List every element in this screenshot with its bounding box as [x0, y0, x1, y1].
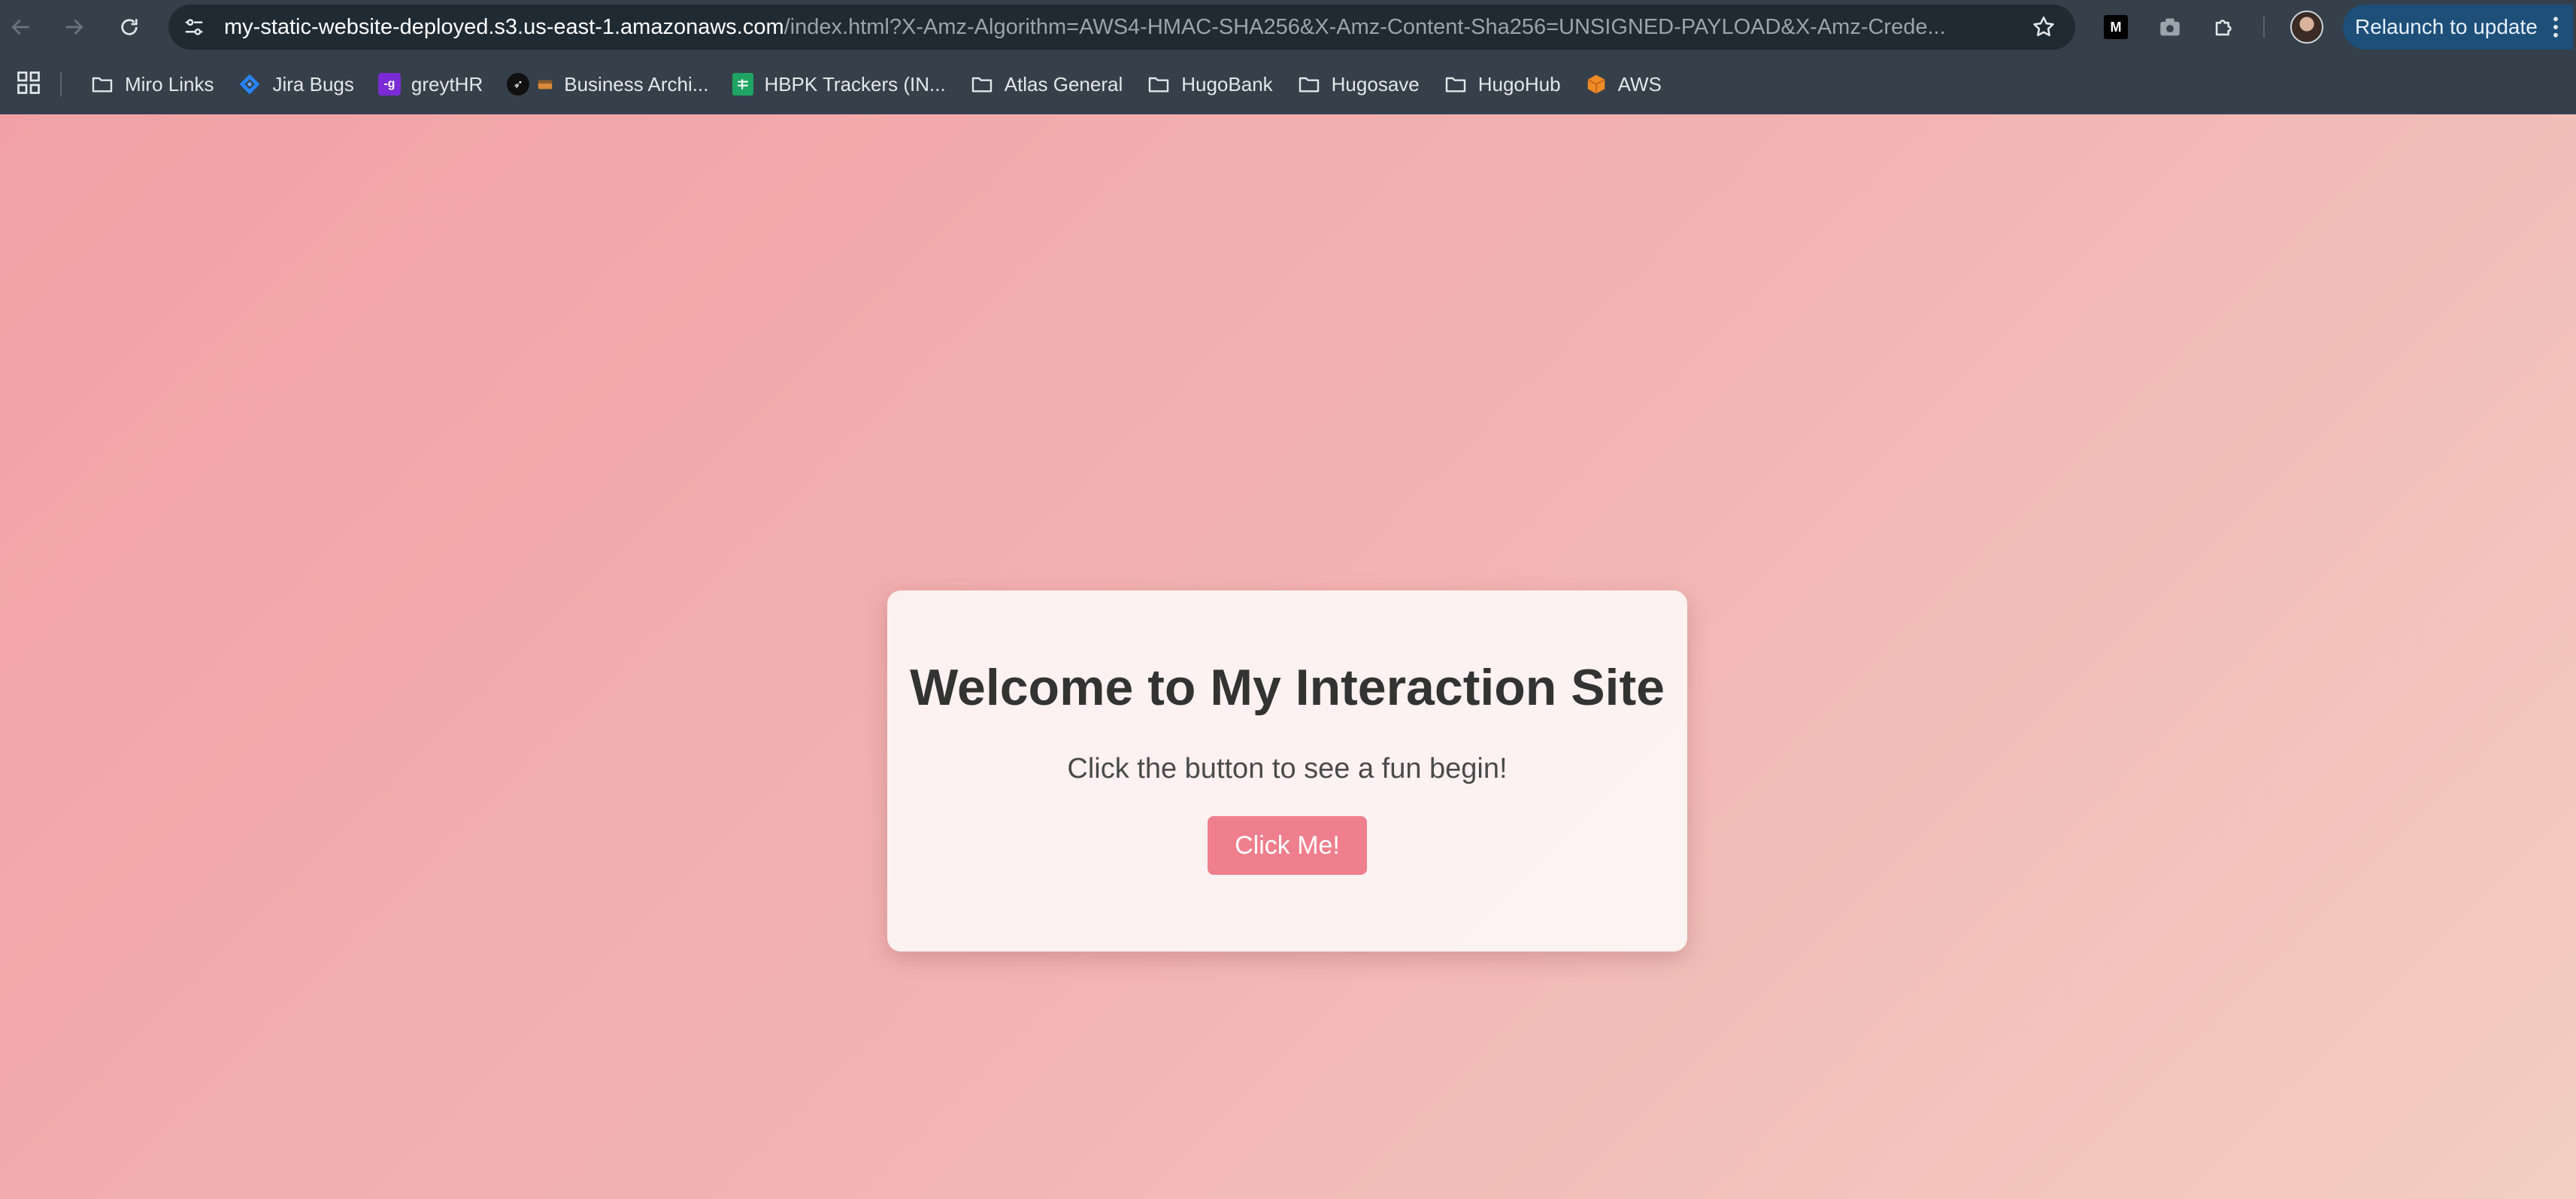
folder-icon: [1147, 72, 1171, 96]
site-info-button[interactable]: [177, 11, 211, 44]
screenshot-extension-button[interactable]: [2155, 12, 2185, 42]
back-button[interactable]: [5, 11, 38, 44]
bookmarks-separator: [60, 72, 62, 96]
page-subtitle: Click the button to see a fun begin!: [1067, 753, 1508, 785]
relaunch-label: Relaunch to update: [2355, 15, 2538, 38]
puzzle-icon: [2215, 20, 2232, 36]
star-icon: [2033, 16, 2054, 37]
bookmark-hugohub[interactable]: HugoHub: [1436, 63, 1568, 105]
greythr-icon: -g: [377, 73, 401, 96]
relaunch-to-update-button[interactable]: Relaunch to update: [2343, 5, 2573, 50]
bookmark-label: HugoHub: [1477, 72, 1561, 96]
profile-avatar[interactable]: [2290, 11, 2323, 44]
extension-m-button[interactable]: M: [2104, 15, 2128, 39]
welcome-card: Welcome to My Interaction Site Click the…: [887, 590, 1687, 952]
extension-m-label: M: [2110, 19, 2122, 35]
arrow-left-icon: [11, 19, 29, 35]
bookmark-aws[interactable]: AWS: [1577, 63, 1669, 105]
toolbar-separator: [2263, 17, 2265, 38]
bookmark-list: Miro Links Jira Bugs -g greytHR ➶ Busine…: [83, 54, 1678, 114]
bookmark-label: Hugosave: [1331, 72, 1420, 96]
url-text[interactable]: my-static-website-deployed.s3.us-east-1.…: [224, 5, 1999, 50]
kebab-menu-icon: [2553, 17, 2558, 38]
web-page-content: Welcome to My Interaction Site Click the…: [0, 114, 2576, 1199]
bookmark-label: Jira Bugs: [272, 72, 354, 96]
bookmark-label: AWS: [1617, 72, 1662, 96]
browser-window: my-static-website-deployed.s3.us-east-1.…: [0, 0, 2576, 1199]
bookmark-hugosave[interactable]: Hugosave: [1290, 63, 1427, 105]
bookmark-miro-links[interactable]: Miro Links: [83, 63, 221, 105]
browser-toolbar: my-static-website-deployed.s3.us-east-1.…: [0, 0, 2576, 54]
extensions-button[interactable]: [2209, 12, 2239, 42]
address-bar[interactable]: my-static-website-deployed.s3.us-east-1.…: [168, 5, 2075, 50]
folder-icon: [1297, 72, 1321, 96]
tune-icon: [185, 19, 203, 35]
bookmark-label: Miro Links: [125, 72, 214, 96]
bookmark-label: greytHR: [411, 72, 483, 96]
browser-menu-button[interactable]: [2544, 12, 2567, 42]
bookmark-hugobank[interactable]: HugoBank: [1139, 63, 1280, 105]
bookmark-hbpk-trackers[interactable]: HBPK Trackers (IN...: [725, 63, 953, 105]
url-path: /index.html?X-Amz-Algorithm=AWS4-HMAC-SH…: [783, 15, 1946, 39]
folder-icon: [970, 72, 994, 96]
bookmark-jira-bugs[interactable]: Jira Bugs: [230, 63, 361, 105]
arrow-right-icon: [65, 19, 83, 35]
reload-button[interactable]: [113, 11, 146, 44]
folder-emoji-icon: [537, 76, 553, 93]
url-host: my-static-website-deployed.s3.us-east-1.…: [224, 15, 784, 39]
aws-icon: [1585, 73, 1608, 96]
bookmark-label: HBPK Trackers (IN...: [764, 72, 946, 96]
bookmarks-bar: Miro Links Jira Bugs -g greytHR ➶ Busine…: [0, 54, 2576, 114]
folder-icon: [90, 72, 114, 96]
jira-icon: [238, 72, 262, 96]
bookmark-business-archi[interactable]: ➶ Business Archi...: [499, 63, 716, 105]
sheets-icon: [732, 73, 754, 96]
click-me-button[interactable]: Click Me!: [1208, 816, 1367, 875]
rocket-icon: ➶: [507, 73, 530, 96]
folder-icon: [1444, 72, 1468, 96]
bookmark-atlas-general[interactable]: Atlas General: [962, 63, 1131, 105]
bookmark-label: Business Archi...: [564, 72, 709, 96]
forward-button[interactable]: [57, 11, 90, 44]
bookmark-label: HugoBank: [1181, 72, 1273, 96]
bookmark-label: Atlas General: [1004, 72, 1123, 96]
bookmark-greythr[interactable]: -g greytHR: [371, 63, 490, 105]
camera-icon: [2160, 18, 2180, 36]
reload-icon: [121, 19, 138, 35]
apps-grid-icon[interactable]: [15, 69, 42, 96]
page-title: Welcome to My Interaction Site: [910, 659, 1665, 716]
bookmark-star-button[interactable]: [2029, 12, 2059, 42]
